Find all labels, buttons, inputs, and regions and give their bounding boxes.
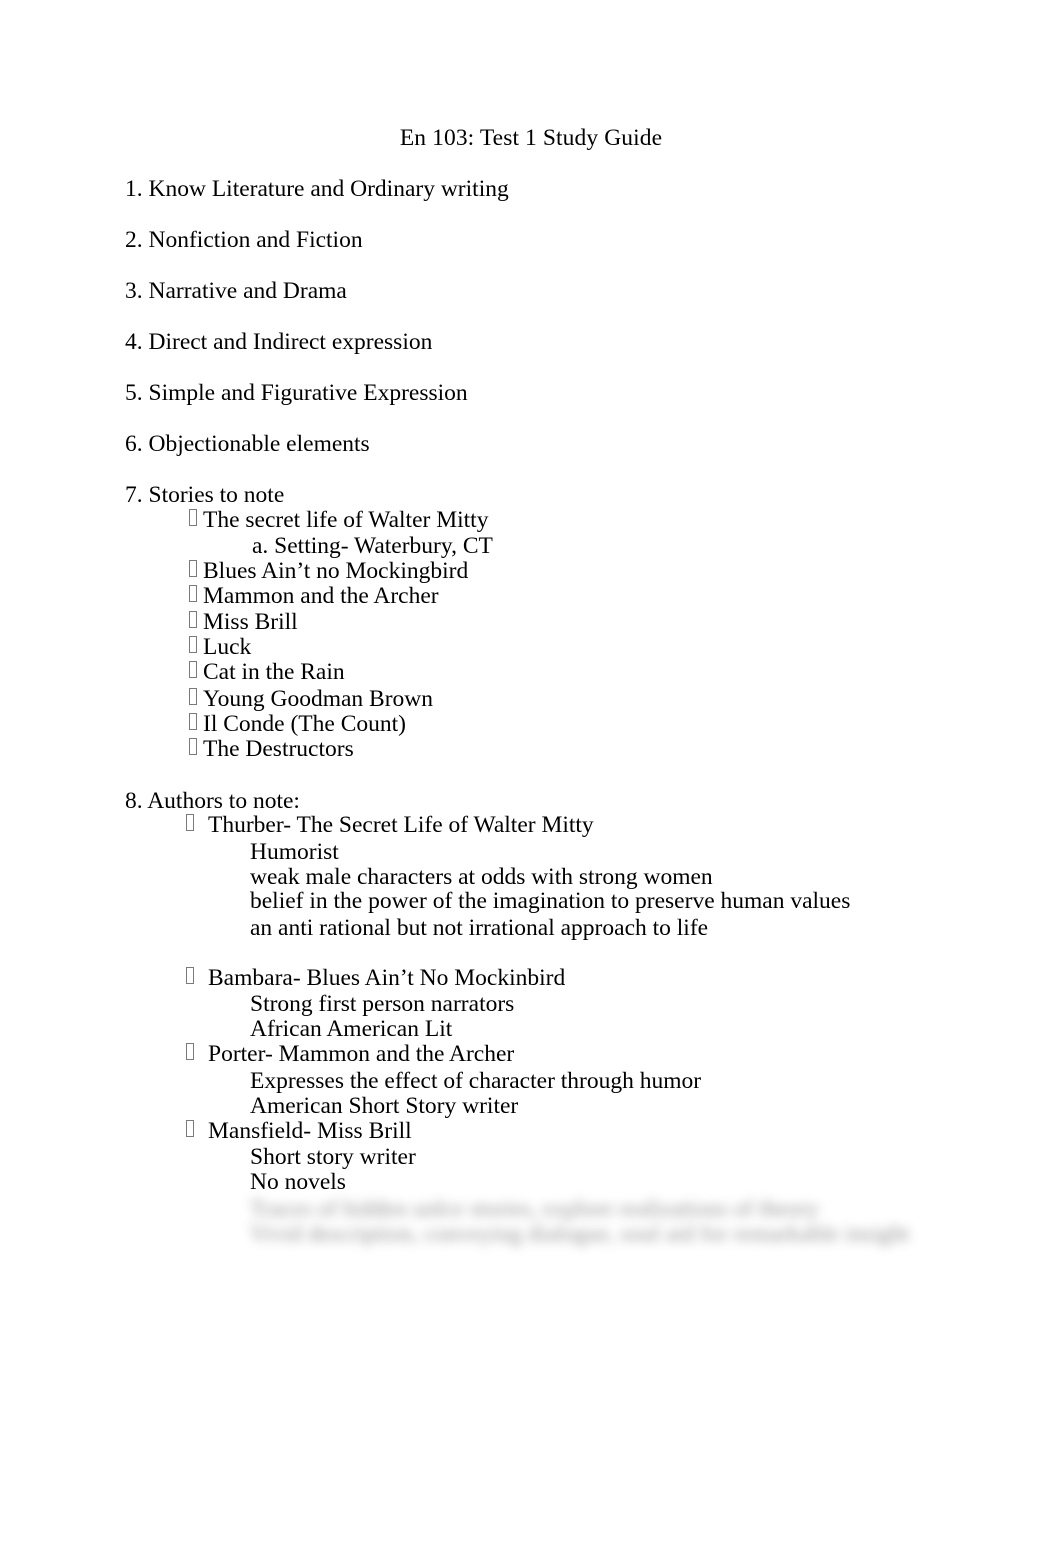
story-label: Young Goodman Brown: [203, 686, 434, 712]
outline-item-7: 7. Stories to note: [125, 482, 285, 508]
outline-item-4: 4. Direct and Indirect expression: [125, 329, 433, 355]
story-label: Il Conde (The Count): [203, 711, 406, 737]
missing-glyph-bullet-icon: [186, 1043, 194, 1060]
author-name: Mansfield- Miss Brill: [208, 1118, 412, 1144]
outline-item-6: 6. Objectionable elements: [125, 431, 370, 457]
author-note: belief in the power of the imagination t…: [250, 888, 851, 914]
list-item: Luck: [189, 633, 251, 661]
list-item: The secret life of Walter Mitty: [189, 506, 488, 534]
missing-glyph-bullet-icon: [189, 509, 197, 526]
list-item: Young Goodman Brown: [189, 685, 433, 713]
story-label: Luck: [203, 634, 252, 660]
story-label: The secret life of Walter Mitty: [203, 507, 489, 533]
list-item: Mansfield- Miss Brill: [186, 1117, 412, 1145]
author-note: African American Lit: [250, 1016, 453, 1042]
redacted-line: Vivid description, conveying dialogue, s…: [250, 1221, 910, 1247]
author-note: Short story writer: [250, 1144, 416, 1170]
story-label: Miss Brill: [203, 609, 298, 635]
story-label: Cat in the Rain: [203, 659, 345, 685]
outline-item-3: 3. Narrative and Drama: [125, 278, 347, 304]
list-item: Porter- Mammon and the Archer: [186, 1040, 514, 1068]
author-name: Thurber- The Secret Life of Walter Mitty: [208, 812, 594, 838]
missing-glyph-bullet-icon: [189, 611, 197, 628]
list-item: The Destructors: [189, 735, 354, 763]
list-item: Miss Brill: [189, 608, 298, 636]
author-name: Bambara- Blues Ain’t No Mockinbird: [208, 965, 566, 991]
missing-glyph-bullet-icon: [189, 585, 197, 602]
missing-glyph-bullet-icon: [189, 636, 197, 653]
outline-item-2: 2. Nonfiction and Fiction: [125, 227, 363, 253]
list-item: Cat in the Rain: [189, 658, 345, 686]
redacted-line: Traces of hidden unlce stories, explore …: [250, 1196, 819, 1222]
document-page: En 103: Test 1 Study Guide 1. Know Liter…: [0, 0, 1062, 1561]
list-item: Mammon and the Archer: [189, 582, 439, 610]
missing-glyph-bullet-icon: [189, 738, 197, 755]
missing-glyph-bullet-icon: [189, 688, 197, 705]
list-item: Bambara- Blues Ain’t No Mockinbird: [186, 964, 565, 992]
page-title: En 103: Test 1 Study Guide: [399, 125, 663, 151]
author-note: Strong first person narrators: [250, 991, 515, 1017]
list-item: Il Conde (The Count): [189, 710, 406, 738]
missing-glyph-bullet-icon: [189, 661, 197, 678]
author-note: No novels: [250, 1169, 346, 1195]
story-label: The Destructors: [203, 736, 354, 762]
missing-glyph-bullet-icon: [186, 967, 194, 984]
story-sub-item-setting: a. Setting- Waterbury, CT: [252, 533, 493, 559]
list-item: Thurber- The Secret Life of Walter Mitty: [186, 811, 594, 839]
outline-item-5: 5. Simple and Figurative Expression: [125, 380, 468, 406]
missing-glyph-bullet-icon: [189, 713, 197, 730]
missing-glyph-bullet-icon: [189, 560, 197, 577]
missing-glyph-bullet-icon: [186, 1120, 194, 1137]
story-label: Blues Ain’t no Mockingbird: [203, 558, 469, 584]
author-note: American Short Story writer: [250, 1093, 519, 1119]
author-name: Porter- Mammon and the Archer: [208, 1041, 515, 1067]
author-note: Humorist: [250, 839, 339, 865]
story-label: Mammon and the Archer: [203, 583, 439, 609]
outline-item-1: 1. Know Literature and Ordinary writing: [125, 176, 509, 202]
author-note: Expresses the effect of character throug…: [250, 1068, 702, 1094]
missing-glyph-bullet-icon: [186, 814, 194, 831]
author-note: an anti rational but not irrational appr…: [250, 915, 709, 941]
list-item: Blues Ain’t no Mockingbird: [189, 557, 468, 585]
